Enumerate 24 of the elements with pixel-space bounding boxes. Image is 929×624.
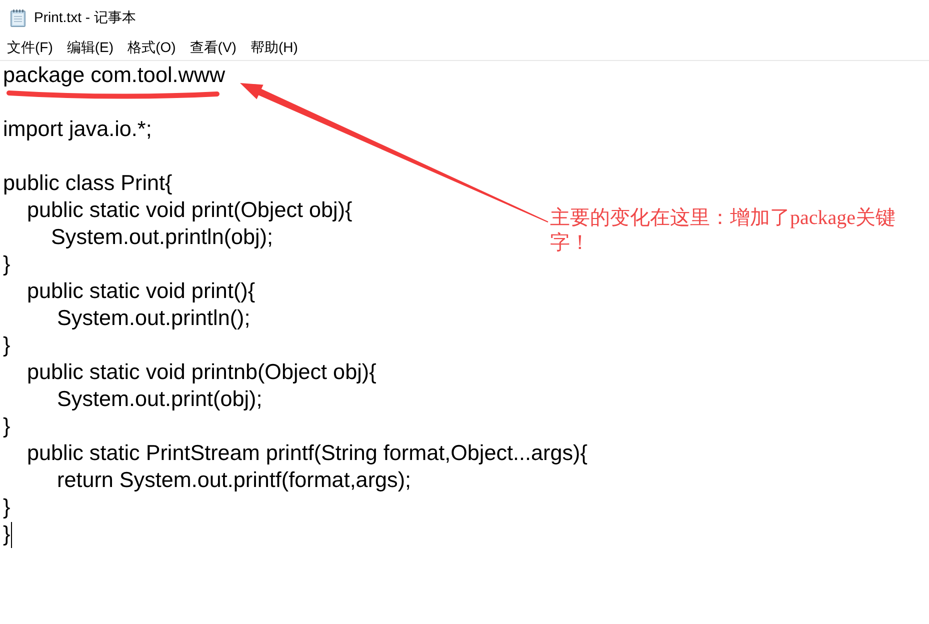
- code-line: System.out.println();: [57, 305, 250, 330]
- code-line: return System.out.printf(format,args);: [57, 467, 412, 492]
- menu-item[interactable]: 文件(F): [0, 37, 60, 59]
- code-line: public static PrintStream printf(String format,Object...args){: [27, 440, 588, 465]
- code-line: }: [3, 251, 10, 276]
- code-line: }: [3, 332, 10, 357]
- notepad-icon: [10, 9, 26, 27]
- code-line: public static void print(){: [27, 278, 256, 303]
- code-line: public static void printnb(Object obj){: [27, 359, 376, 384]
- code-line: }: [3, 413, 10, 438]
- code-line: import java.io.*;: [3, 116, 152, 141]
- menu-item[interactable]: 格式(O): [120, 37, 183, 59]
- code-line: }: [3, 521, 10, 546]
- code-line: }: [3, 494, 10, 519]
- annotation-text: 主要的变化在这里：增加了package关键字！: [550, 206, 897, 256]
- menu-item[interactable]: 帮助(H): [243, 37, 305, 59]
- menu-item[interactable]: 查看(V): [182, 37, 244, 59]
- code-line: package com.tool.www: [3, 62, 226, 87]
- code-line: public static void print(Object obj){: [27, 197, 352, 222]
- menu-item[interactable]: 编辑(E): [60, 37, 121, 59]
- code-line: public class Print{: [3, 170, 172, 195]
- window-title: Print.txt - 记事本: [34, 9, 136, 27]
- code-line: System.out.print(obj);: [57, 386, 262, 411]
- code-line: System.out.println(obj);: [51, 224, 274, 249]
